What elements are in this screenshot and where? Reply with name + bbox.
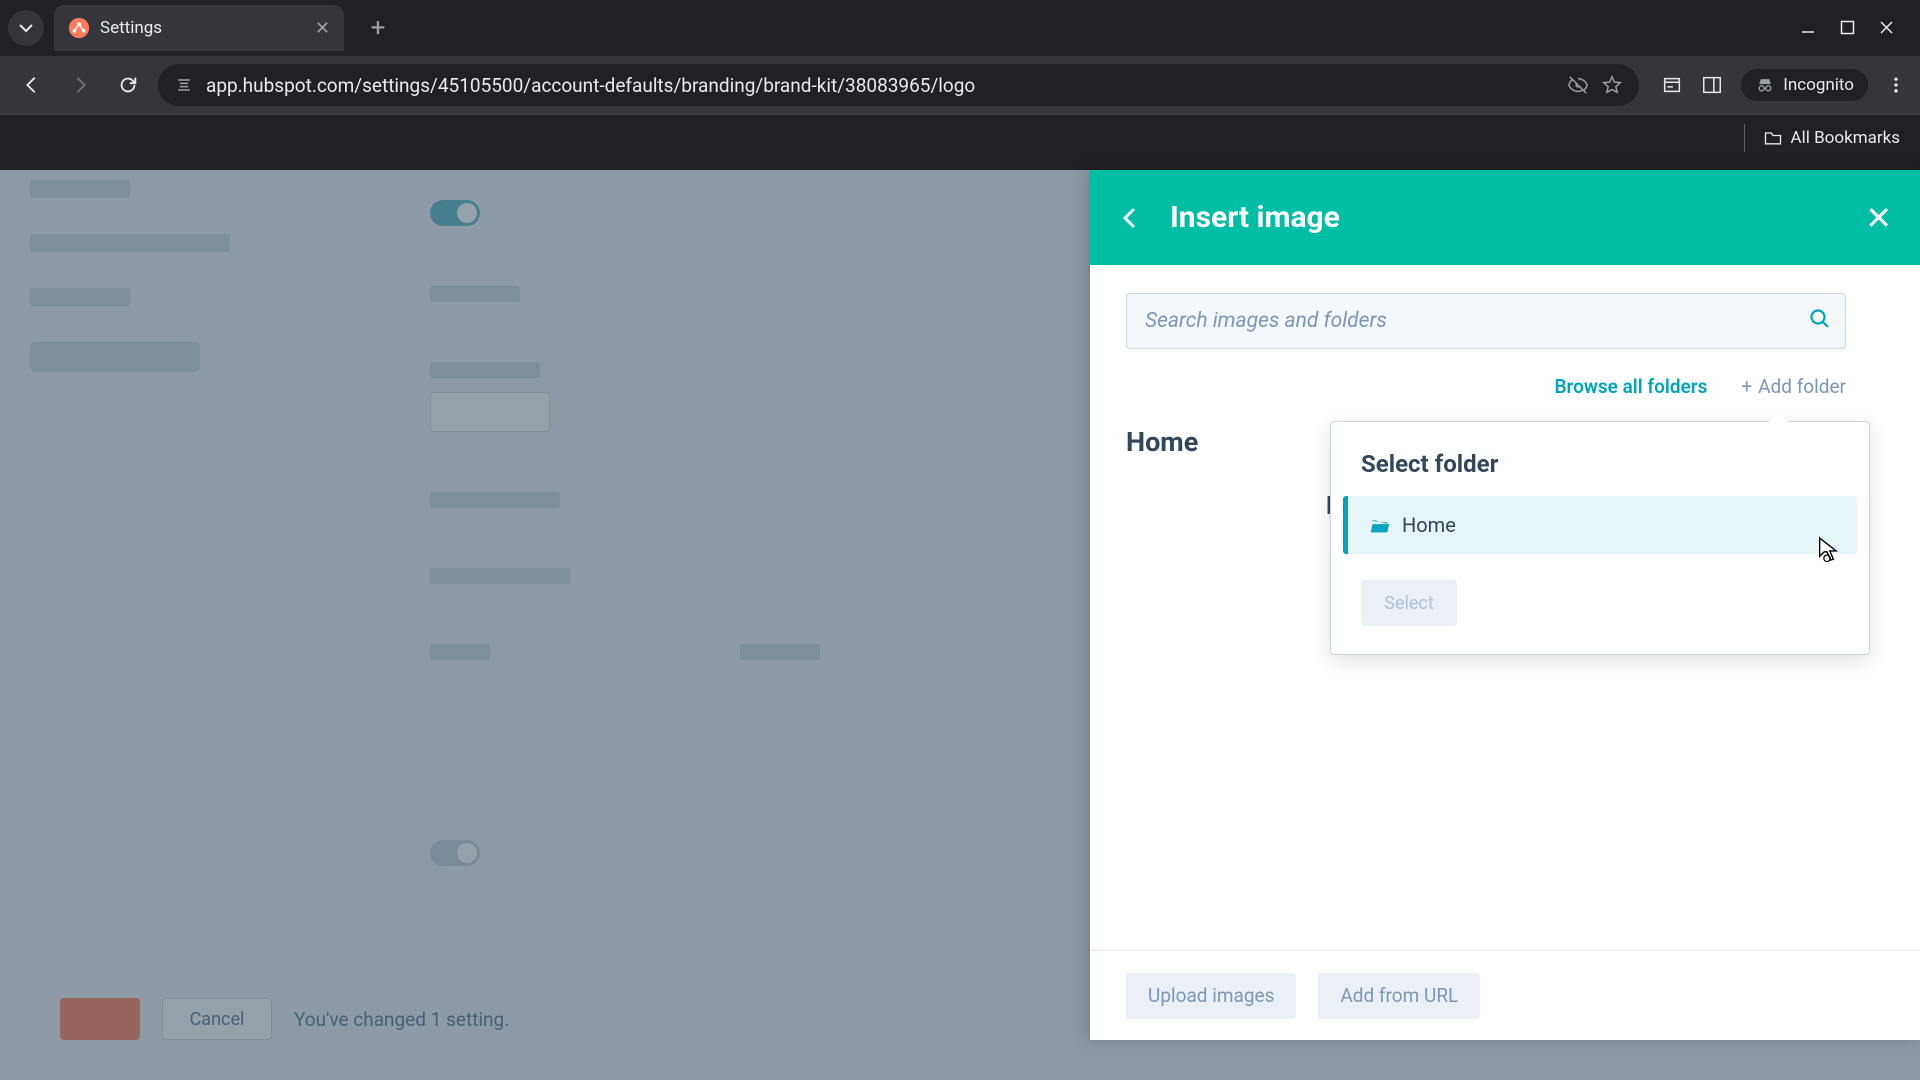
media-icon[interactable]	[1661, 74, 1683, 96]
url-text: app.hubspot.com/settings/45105500/accoun…	[206, 74, 1555, 97]
drawer-header: Insert image ✕	[1090, 170, 1920, 265]
search-icon	[1808, 307, 1832, 331]
minimize-button[interactable]	[1800, 20, 1816, 36]
upload-images-button[interactable]: Upload images	[1126, 973, 1296, 1019]
add-folder-label: Add folder	[1758, 375, 1846, 398]
eye-off-icon[interactable]	[1567, 74, 1589, 96]
drawer-body: Browse all folders + Add folder Home N S…	[1090, 265, 1920, 950]
tab-bar: Settings ✕ +	[0, 0, 1920, 56]
reload-icon	[117, 74, 139, 96]
folder-option-label: Home	[1402, 513, 1456, 537]
incognito-icon	[1755, 75, 1775, 95]
add-folder-link[interactable]: + Add folder	[1741, 375, 1846, 398]
drawer-back-button[interactable]	[1118, 206, 1142, 230]
add-from-url-button[interactable]: Add from URL	[1318, 973, 1480, 1019]
browser-chrome: Settings ✕ + app.hubspot.com/s	[0, 0, 1920, 170]
nav-bar: app.hubspot.com/settings/45105500/accoun…	[0, 56, 1920, 114]
folder-option-home[interactable]: Home	[1343, 496, 1857, 554]
select-folder-popover: Select folder Home Select	[1330, 421, 1870, 655]
close-window-button[interactable]	[1879, 20, 1894, 36]
drawer-close-button[interactable]: ✕	[1865, 199, 1892, 237]
browser-tab[interactable]: Settings ✕	[54, 5, 344, 51]
hubspot-favicon-icon	[68, 17, 90, 39]
search-input[interactable]	[1126, 293, 1846, 349]
star-icon[interactable]	[1601, 74, 1623, 96]
chevron-down-icon	[18, 20, 34, 36]
divider	[1744, 124, 1745, 152]
chevron-left-icon	[1118, 206, 1142, 230]
side-panel-icon[interactable]	[1701, 74, 1723, 96]
bookmarks-bar: All Bookmarks	[0, 114, 1920, 160]
browse-all-folders-link[interactable]: Browse all folders	[1554, 375, 1707, 398]
incognito-label: Incognito	[1783, 75, 1854, 95]
forward-button[interactable]	[62, 67, 98, 103]
maximize-icon	[1840, 20, 1855, 35]
url-bar[interactable]: app.hubspot.com/settings/45105500/accoun…	[158, 64, 1639, 106]
popover-title: Select folder	[1331, 450, 1869, 496]
new-tab-button[interactable]: +	[360, 10, 396, 46]
maximize-button[interactable]	[1840, 20, 1855, 36]
window-controls	[1800, 20, 1912, 36]
kebab-menu-icon[interactable]	[1886, 75, 1906, 95]
search-wrap	[1126, 293, 1846, 349]
select-folder-button[interactable]: Select	[1361, 580, 1457, 626]
drawer-footer: Upload images Add from URL	[1090, 950, 1920, 1040]
site-settings-icon[interactable]	[174, 75, 194, 95]
arrow-right-icon	[69, 74, 91, 96]
close-icon	[1879, 20, 1894, 35]
incognito-chip[interactable]: Incognito	[1741, 69, 1868, 101]
search-button[interactable]	[1808, 307, 1832, 331]
tab-search-button[interactable]	[8, 10, 44, 46]
all-bookmarks-label: All Bookmarks	[1791, 128, 1900, 148]
toolbar-right: Incognito	[1661, 69, 1906, 101]
plus-icon: +	[1741, 375, 1752, 398]
insert-image-drawer: Insert image ✕ Browse all folders + Add …	[1090, 170, 1920, 1040]
folder-open-icon	[1368, 514, 1390, 536]
reload-button[interactable]	[110, 67, 146, 103]
tab-close-button[interactable]: ✕	[315, 18, 330, 39]
folder-icon	[1763, 128, 1783, 148]
back-button[interactable]	[14, 67, 50, 103]
arrow-left-icon	[21, 74, 43, 96]
tab-title: Settings	[100, 18, 305, 38]
minimize-icon	[1800, 20, 1816, 36]
all-bookmarks-button[interactable]: All Bookmarks	[1763, 128, 1900, 148]
folder-actions: Browse all folders + Add folder	[1126, 375, 1846, 398]
drawer-title: Insert image	[1170, 200, 1837, 235]
page-content: Cancel You've changed 1 setting. Insert …	[0, 170, 1920, 1080]
